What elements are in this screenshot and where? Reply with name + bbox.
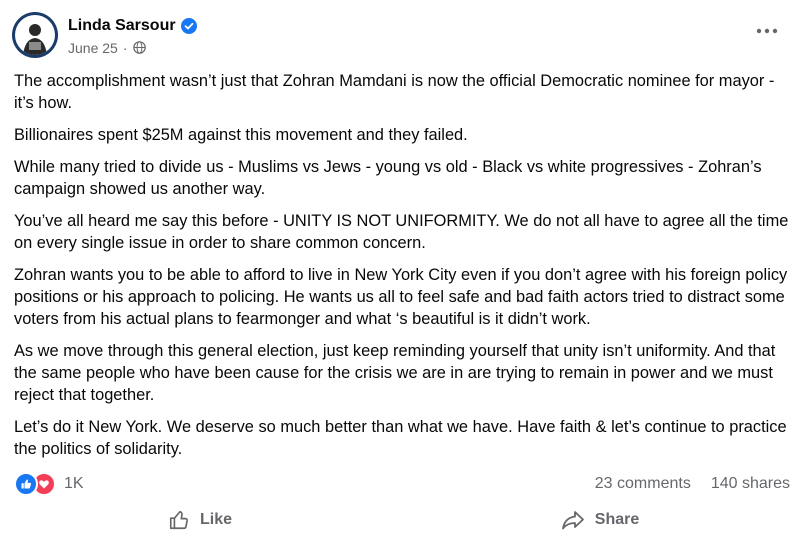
more-options-icon[interactable] bbox=[756, 26, 778, 36]
verified-icon bbox=[180, 17, 197, 34]
post-actions: Like Share bbox=[0, 502, 800, 538]
reaction-count: 1K bbox=[64, 475, 84, 492]
post-paragraph: Let’s do it New York. We deserve so much… bbox=[14, 418, 787, 458]
like-button[interactable]: Like bbox=[0, 502, 400, 538]
post-header: Linda Sarsour June 25 · bbox=[12, 10, 197, 60]
author-name[interactable]: Linda Sarsour bbox=[68, 17, 176, 35]
globe-icon[interactable] bbox=[132, 41, 146, 54]
share-button[interactable]: Share bbox=[400, 502, 800, 538]
share-arrow-icon bbox=[561, 511, 584, 530]
post-paragraph: As we move through this general election… bbox=[14, 342, 776, 404]
shares-count[interactable]: 140 shares bbox=[711, 475, 790, 493]
reactions-summary[interactable]: 1K bbox=[14, 472, 84, 496]
like-reaction-icon bbox=[14, 472, 38, 496]
separator-dot: · bbox=[122, 39, 128, 56]
facebook-post: Linda Sarsour June 25 · The accomplishme… bbox=[0, 0, 800, 543]
comments-count[interactable]: 23 comments bbox=[595, 475, 691, 493]
post-date[interactable]: June 25 bbox=[68, 40, 118, 56]
like-label: Like bbox=[199, 511, 232, 528]
post-paragraph: Zohran wants you to be able to afford to… bbox=[14, 266, 788, 328]
share-label: Share bbox=[594, 511, 640, 528]
post-paragraph: You’ve all heard me say this before - UN… bbox=[14, 212, 789, 252]
post-stats: 1K 23 comments 140 shares bbox=[14, 471, 790, 497]
thumbs-up-icon bbox=[169, 510, 188, 530]
post-paragraph: Billionaires spent $25M against this mov… bbox=[14, 126, 468, 144]
avatar-photo bbox=[15, 15, 55, 55]
post-body: The accomplishment wasn’t just that Zohr… bbox=[14, 70, 794, 470]
avatar[interactable] bbox=[12, 12, 58, 58]
post-paragraph: While many tried to divide us - Muslims … bbox=[14, 158, 762, 198]
post-paragraph: The accomplishment wasn’t just that Zohr… bbox=[14, 72, 775, 112]
